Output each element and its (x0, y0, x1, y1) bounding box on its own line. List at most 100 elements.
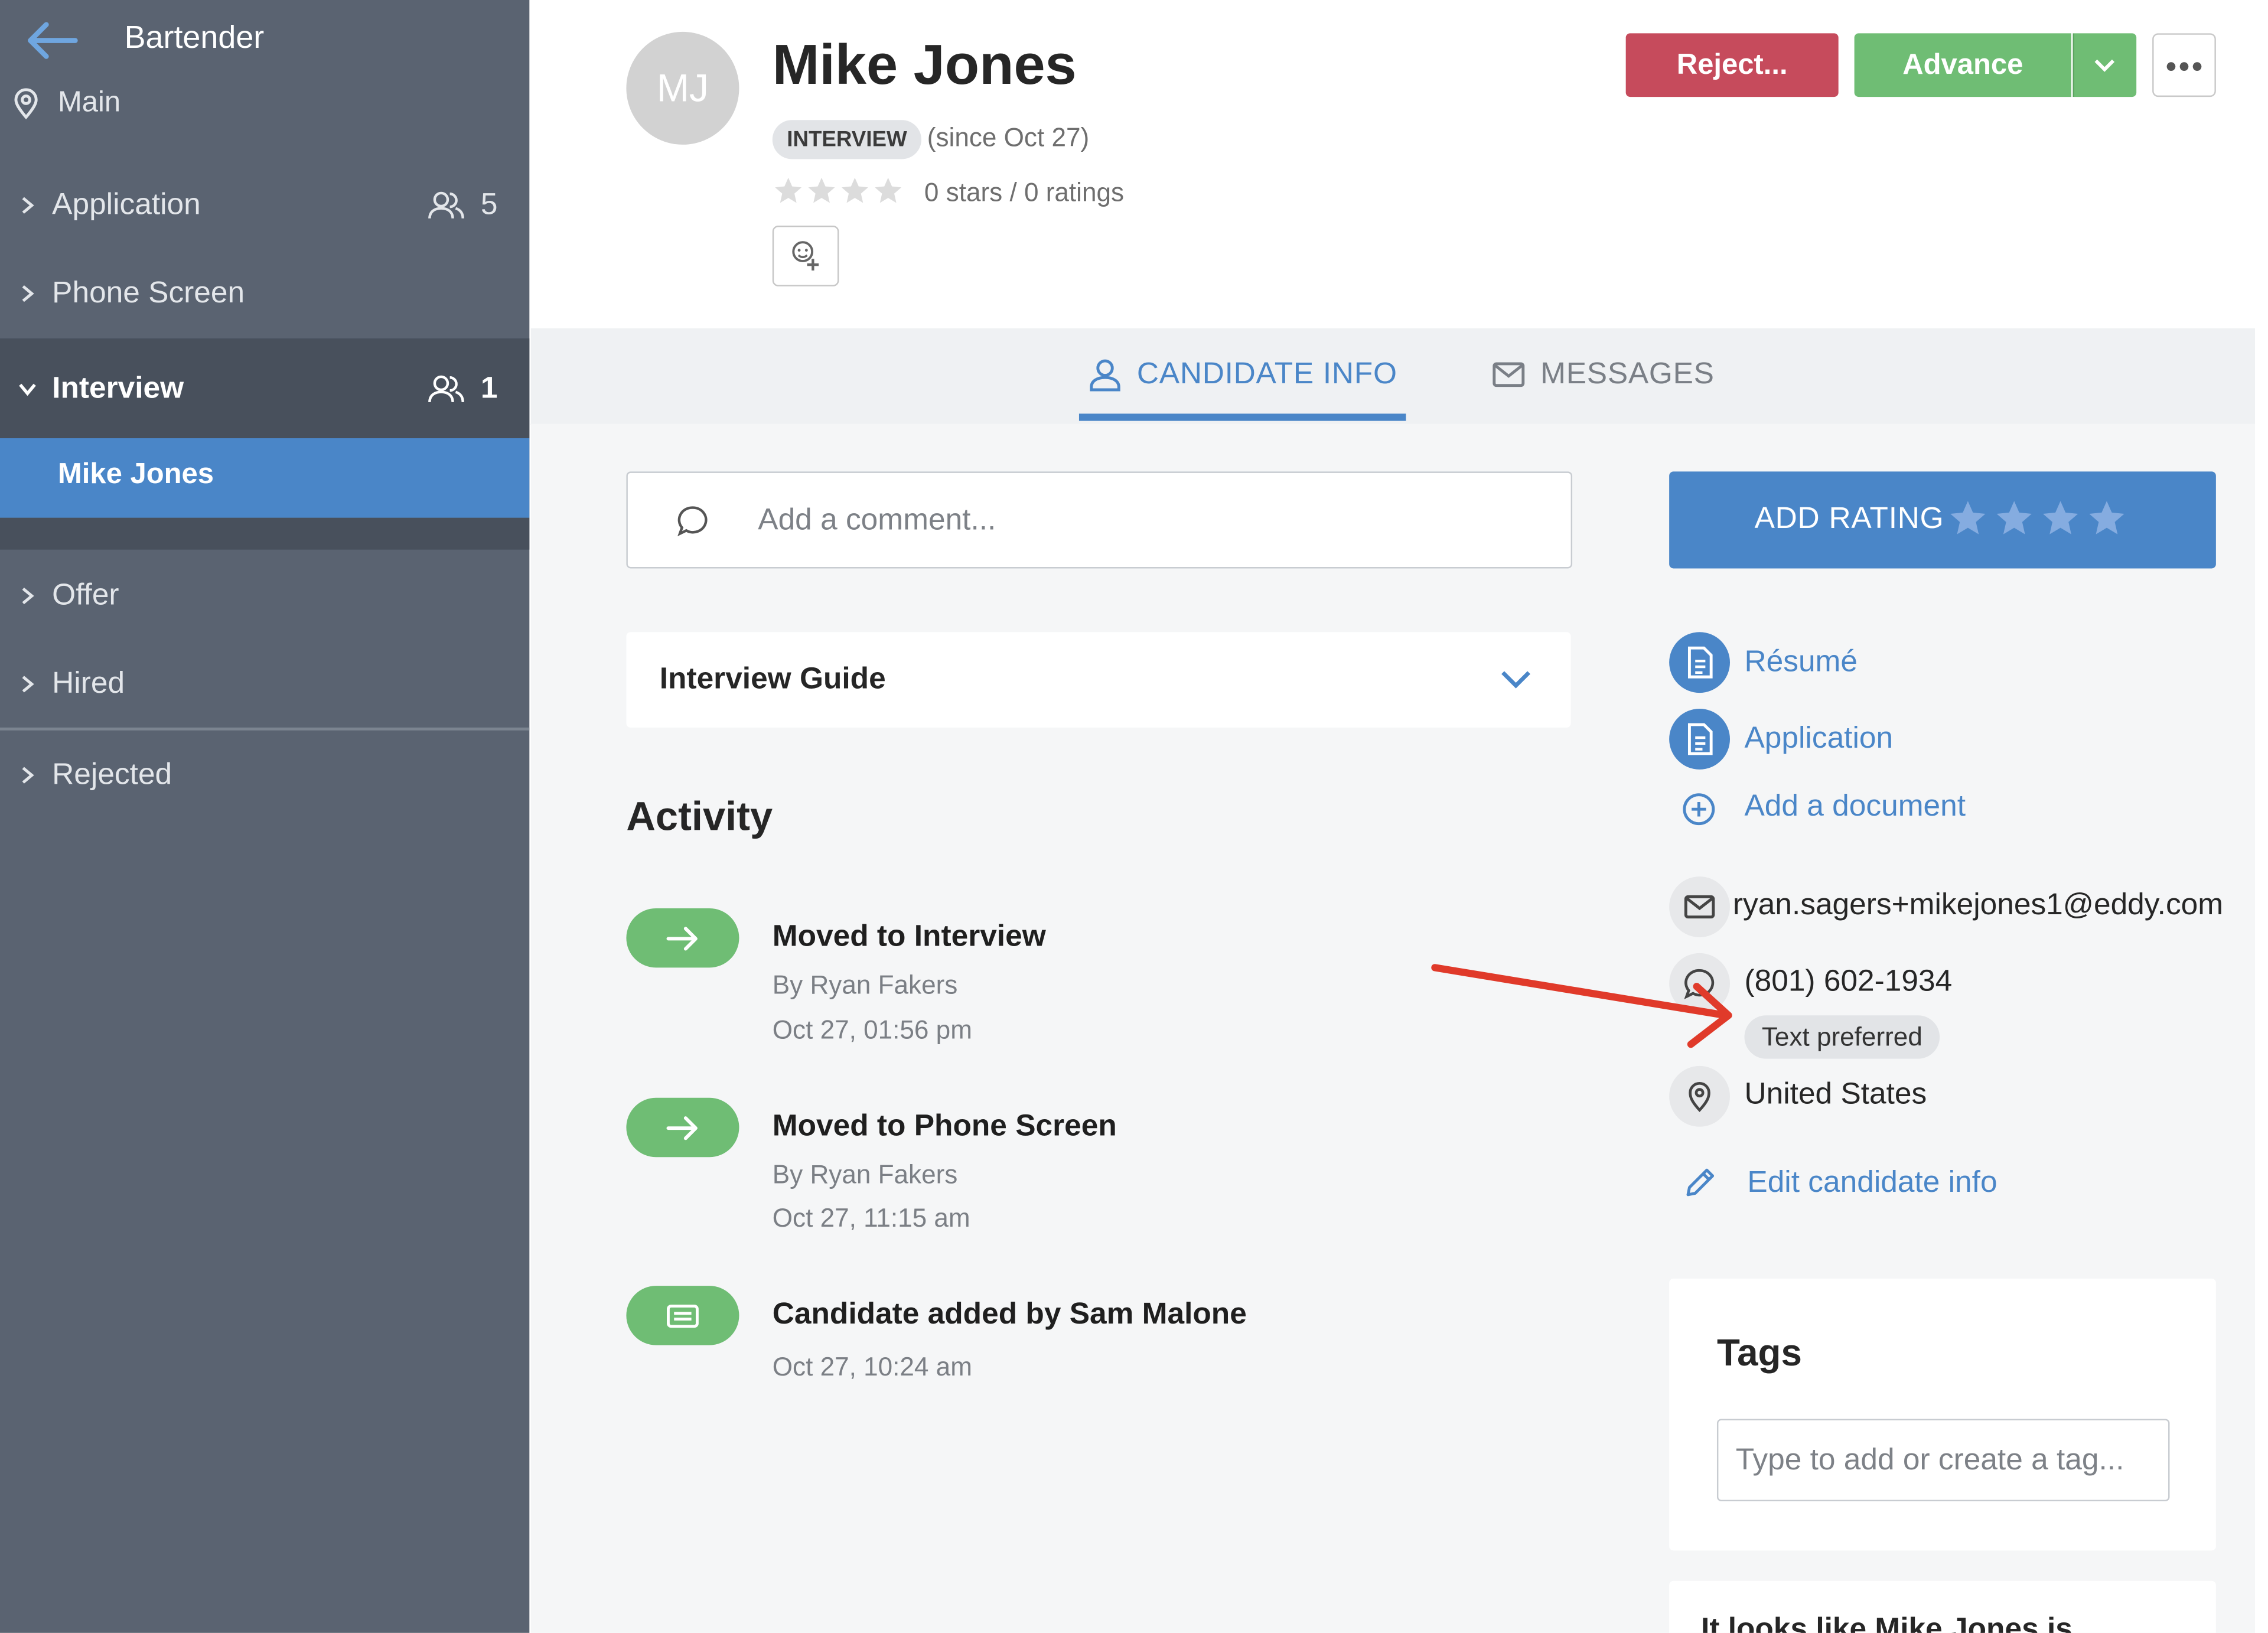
app-root: Bartender Main Application 5 Phone Scree… (0, 0, 2268, 1633)
star-icon (775, 177, 802, 203)
avatar: MJ (626, 31, 739, 145)
plus-circle-icon[interactable] (1681, 791, 1717, 827)
tab-label: CANDIDATE INFO (1136, 357, 1397, 391)
stage-since: (since Oct 27) (927, 123, 1090, 152)
stage-badge: INTERVIEW (772, 120, 922, 159)
candidate-name-heading: Mike Jones (772, 34, 1077, 97)
candidate-count: 5 (428, 188, 498, 223)
star-icon (2043, 501, 2078, 534)
stage-group-footer (0, 517, 530, 550)
sidebar-item-hired[interactable]: Hired (0, 644, 529, 725)
sidebar-item-label: Phone Screen (52, 276, 245, 310)
sidebar-item-rejected[interactable]: Rejected (0, 735, 529, 816)
activity-author: By Ryan Fakers (772, 1160, 958, 1189)
star-icon (2089, 501, 2124, 534)
location-icon-badge (1669, 1065, 1731, 1127)
tab-messages[interactable]: MESSAGES (1491, 328, 1715, 421)
candidate-count: 1 (428, 371, 498, 406)
tab-label: MESSAGES (1540, 357, 1715, 391)
tab-candidate-info[interactable]: CANDIDATE INFO (1079, 328, 1406, 421)
add-document-link[interactable]: Add a document (1744, 790, 1966, 824)
resume-doc-icon-badge[interactable] (1669, 632, 1731, 693)
sidebar-item-label: Application (52, 188, 201, 221)
user-icon (1090, 359, 1120, 392)
count-value: 1 (480, 371, 498, 405)
activity-timestamp: Oct 27, 11:15 am (772, 1203, 970, 1233)
sidebar-item-label: Hired (52, 666, 125, 700)
application-link[interactable]: Application (1744, 722, 1893, 757)
pencil-icon[interactable] (1682, 1164, 1718, 1200)
comment-input[interactable] (755, 496, 1542, 546)
sidebar-item-offer[interactable]: Offer (0, 555, 529, 636)
job-location: Main (57, 86, 121, 119)
sidebar-candidate-mike-jones[interactable]: Mike Jones (0, 438, 530, 518)
ellipsis-icon (2166, 62, 2176, 71)
add-rating-button[interactable]: ADD RATING (1669, 471, 2216, 569)
tag-input[interactable] (1716, 1419, 2170, 1502)
sidebar-item-application[interactable]: Application 5 (0, 165, 529, 246)
job-title: Bartender (124, 18, 265, 56)
add-user-icon (792, 241, 819, 270)
advance-dropdown-button[interactable] (2073, 33, 2137, 97)
activity-title: Moved to Phone Screen (772, 1109, 1117, 1143)
id-card-icon (666, 1304, 699, 1328)
candidate-email[interactable]: ryan.sagers+mikejones1@eddy.com (1733, 888, 2223, 923)
more-options-button[interactable] (2152, 33, 2216, 97)
sidebar-item-label: Offer (52, 578, 119, 612)
candidate-country: United States (1744, 1077, 1927, 1111)
location-pin-icon (1689, 1081, 1710, 1113)
envelope-icon (1684, 895, 1715, 919)
sidebar-item-phone-screen[interactable]: Phone Screen (0, 253, 529, 334)
activity-heading: Activity (626, 794, 773, 839)
star-icon (875, 177, 902, 203)
activity-title: Moved to Interview (772, 920, 1046, 953)
activity-stage-move-badge (626, 1097, 739, 1158)
interview-guide-label: Interview Guide (659, 662, 886, 696)
duplicate-notice-card: It looks like Mike Jones is (1669, 1580, 2216, 1633)
people-icon (428, 191, 465, 219)
candidate-header: MJ Mike Jones INTERVIEW (since Oct 27) 0… (530, 0, 2255, 328)
chevron-down-icon (1501, 671, 1531, 689)
activity-author: By Ryan Fakers (772, 970, 958, 1000)
activity-candidate-added-badge (626, 1286, 739, 1345)
chevron-down-icon (2094, 59, 2115, 72)
sidebar: Bartender Main Application 5 Phone Scree… (0, 0, 530, 1633)
back-arrow-icon[interactable] (23, 20, 81, 61)
sidebar-header: Bartender Main (0, 0, 529, 145)
document-icon (1687, 646, 1713, 679)
interview-guide-accordion[interactable]: Interview Guide (626, 632, 1571, 728)
chevron-down-icon (19, 383, 36, 396)
arrow-right-icon (666, 927, 698, 951)
speech-bubble-icon (677, 506, 708, 537)
activity-timestamp: Oct 27, 10:24 am (772, 1352, 972, 1381)
star-rating (773, 175, 904, 207)
document-icon (1687, 723, 1713, 755)
chevron-right-icon (22, 676, 34, 693)
activity-stage-move-badge (626, 908, 739, 968)
annotation-arrow-icon (1431, 964, 1732, 1048)
chevron-right-icon (22, 587, 34, 605)
rating-stars (1947, 497, 2127, 539)
count-value: 5 (480, 188, 498, 221)
star-icon (841, 177, 868, 203)
application-doc-icon-badge[interactable] (1669, 709, 1731, 770)
tab-bar: CANDIDATE INFO MESSAGES (530, 328, 2255, 426)
candidate-phone[interactable]: (801) 602-1934 (1744, 964, 1952, 999)
active-tab-indicator (1078, 413, 1406, 421)
tags-heading: Tags (1716, 1331, 1802, 1374)
people-icon (428, 374, 465, 402)
arrow-right-icon (666, 1116, 698, 1140)
advance-button[interactable]: Advance (1854, 33, 2071, 97)
tags-card: Tags (1669, 1278, 2216, 1551)
sidebar-item-interview[interactable]: Interview 1 (0, 338, 530, 439)
rating-summary: 0 stars / 0 ratings (924, 178, 1125, 207)
edit-candidate-info-link[interactable]: Edit candidate info (1747, 1166, 1997, 1201)
star-icon (1950, 501, 1986, 534)
duplicate-notice-text: It looks like Mike Jones is (1701, 1612, 2073, 1633)
reject-button[interactable]: Reject... (1625, 33, 1839, 97)
activity-timestamp: Oct 27, 01:56 pm (772, 1015, 972, 1045)
resume-link[interactable]: Résumé (1744, 645, 1858, 680)
add-follower-button[interactable] (772, 226, 839, 286)
text-preferred-badge: Text preferred (1744, 1015, 1940, 1059)
comment-box[interactable] (626, 471, 1573, 569)
